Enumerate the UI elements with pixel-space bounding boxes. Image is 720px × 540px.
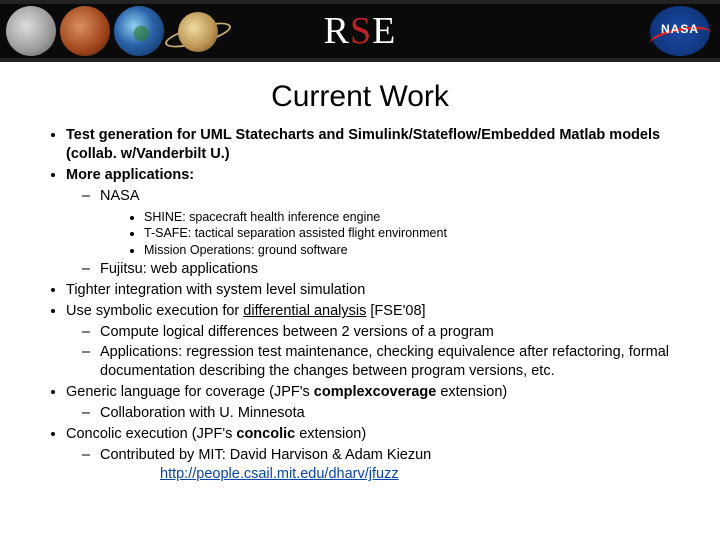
subbullet-mit: Contributed by MIT: David Harvison & Ada… xyxy=(100,446,694,484)
subbullet-applications: Applications: regression test maintenanc… xyxy=(100,343,694,381)
bullet-test-generation: Test generation for UML Statecharts and … xyxy=(66,126,694,164)
nasa-text: NASA xyxy=(650,22,710,36)
subbullet-fujitsu: Fujitsu: web applications xyxy=(100,260,694,279)
bullet-concolic: Concolic execution (JPF's concolic exten… xyxy=(66,425,694,484)
rse-logo: RSE xyxy=(324,9,397,53)
subsub-tsafe: T-SAFE: tactical separation assisted fli… xyxy=(144,225,694,242)
slide: RSE NASA Current Work Test generation fo… xyxy=(0,0,720,540)
rse-e: E xyxy=(372,9,396,53)
concolic-term: concolic xyxy=(236,426,295,442)
nasa-logo: NASA xyxy=(650,6,710,56)
banner-stripe-bottom xyxy=(0,58,720,62)
bullet-tighter-integration: Tighter integration with system level si… xyxy=(66,281,694,300)
subsub-shine: SHINE: spacecraft health inference engin… xyxy=(144,209,694,226)
bullet-generic-language: Generic language for coverage (JPF's com… xyxy=(66,383,694,423)
subbullet-compute-diff: Compute logical differences between 2 ve… xyxy=(100,323,694,342)
differential-analysis-term: differential analysis xyxy=(243,303,366,319)
earth-icon xyxy=(114,6,164,56)
saturn-icon xyxy=(168,4,228,58)
subsub-mission-ops: Mission Operations: ground software xyxy=(144,242,694,259)
subbullet-nasa: NASA SHINE: spacecraft health inference … xyxy=(100,187,694,258)
header-banner: RSE NASA xyxy=(0,0,720,62)
subbullet-minnesota: Collaboration with U. Minnesota xyxy=(100,404,694,423)
mars-icon xyxy=(60,6,110,56)
planet-row xyxy=(6,4,228,58)
moon-icon xyxy=(6,6,56,56)
jfuzz-link[interactable]: http://people.csail.mit.edu/dharv/jfuzz xyxy=(160,466,399,482)
rse-s: S xyxy=(350,9,372,53)
slide-content: Test generation for UML Statecharts and … xyxy=(0,126,720,484)
bullet-symbolic-execution: Use symbolic execution for differential … xyxy=(66,302,694,381)
bullet-more-applications: More applications: NASA SHINE: spacecraf… xyxy=(66,166,694,279)
complexcoverage-term: complexcoverage xyxy=(314,384,437,400)
slide-title: Current Work xyxy=(0,80,720,114)
rse-r: R xyxy=(324,9,350,53)
